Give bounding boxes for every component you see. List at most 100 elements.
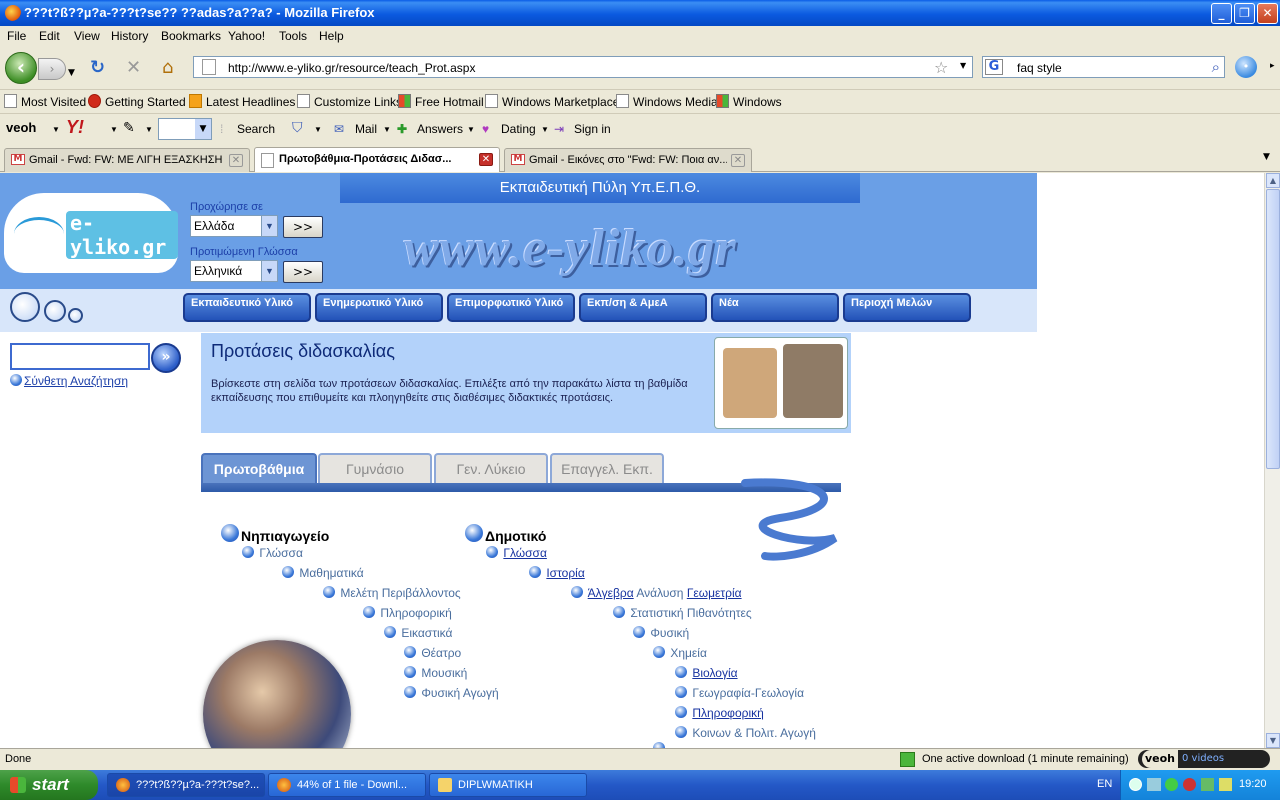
language-go-button[interactable]: >> <box>283 261 323 283</box>
primary-heading[interactable]: Δημοτικό <box>465 524 546 544</box>
close-tab-icon[interactable]: ✕ <box>731 154 745 167</box>
tab-gmail-2[interactable]: M Gmail - Εικόνες στο "Fwd: FW: Ποια αν.… <box>504 148 752 172</box>
pr-item-history[interactable]: Ιστορία <box>529 566 585 580</box>
tray-arrow-icon[interactable] <box>1129 778 1142 791</box>
chevron-down-icon[interactable]: ▼ <box>261 216 277 236</box>
forward-button[interactable]: › <box>38 58 66 80</box>
kg-item-environment[interactable]: Μελέτη Περιβάλλοντος <box>323 586 461 600</box>
scroll-thumb[interactable] <box>1266 189 1280 469</box>
bookmark-windows[interactable]: Windows <box>716 94 782 109</box>
answers-dropdown-icon[interactable]: ▼ <box>467 125 475 134</box>
tab-gmail-1[interactable]: M Gmail - Fwd: FW: ΜΕ ΛΙΓΗ ΕΞΑΣΚΗΣΗ ... … <box>4 148 250 172</box>
taskbar-downloads[interactable]: 44% of 1 file - Downl... <box>268 773 426 797</box>
kg-item-informatics[interactable]: Πληροφορική <box>363 606 452 620</box>
veoh-dropdown-icon[interactable]: ▼ <box>52 125 60 134</box>
history-dropdown-icon[interactable]: ▼ <box>68 63 75 83</box>
back-button[interactable]: ‹ <box>5 52 37 84</box>
pr-item-civics[interactable]: Κοινων & Πολιτ. Αγωγή <box>675 726 816 740</box>
nav-special-education[interactable]: Εκπ/ση & ΑμεΑ <box>579 293 707 322</box>
dating-dropdown-icon[interactable]: ▼ <box>541 125 549 134</box>
pr-item-biology[interactable]: Βιολογία <box>675 666 738 680</box>
pr-item-geometry[interactable]: Γεωμετρία <box>687 586 742 600</box>
chevron-down-icon[interactable]: ▼ <box>195 119 211 139</box>
google-icon[interactable]: G <box>985 59 1003 75</box>
pr-item-algebra[interactable]: Άλγεβρα <box>588 586 634 600</box>
close-tab-icon[interactable]: ✕ <box>479 153 493 166</box>
yahoo-answers-button[interactable]: Answers <box>417 122 463 136</box>
advanced-search-link[interactable]: Σύνθετη Αναζήτηση <box>10 374 128 388</box>
maximize-button[interactable]: ❐ <box>1234 3 1255 24</box>
nav-members-area[interactable]: Περιοχή Μελών <box>843 293 971 322</box>
nav-training-material[interactable]: Επιμορφωτικό Υλικό <box>447 293 575 322</box>
pr-item-chemistry[interactable]: Χημεία <box>653 646 707 660</box>
yahoo-mail-button[interactable]: Mail <box>355 122 377 136</box>
pr-item-informatics[interactable]: Πληροφορική <box>675 706 764 720</box>
security-alert-icon[interactable] <box>1183 778 1196 791</box>
tab-vocational[interactable]: Επαγγελ. Εκπ. <box>550 453 664 483</box>
stop-icon[interactable]: ✕ <box>126 58 141 78</box>
nav-news[interactable]: Νέα <box>711 293 839 322</box>
menu-view[interactable]: View <box>74 29 100 43</box>
pr-item-statistics[interactable]: Στατιστική Πιθανότητες <box>613 606 752 620</box>
kindergarten-heading[interactable]: Νηπιαγωγείο <box>221 524 329 544</box>
zoom-large-icon[interactable] <box>10 292 40 322</box>
country-go-button[interactable]: >> <box>283 216 323 238</box>
yahoo-search-button[interactable]: Search <box>237 122 275 136</box>
search-input[interactable]: faq style <box>1017 61 1062 75</box>
zoom-small-icon[interactable] <box>68 308 83 323</box>
zoom-medium-icon[interactable] <box>44 300 66 322</box>
scroll-down-icon[interactable]: ▼ <box>1266 733 1280 748</box>
nav-educational-material[interactable]: Εκπαιδευτικό Υλικό <box>183 293 311 322</box>
kg-item-math[interactable]: Μαθηματικά <box>282 566 364 580</box>
tab-list-icon[interactable]: ▼ <box>1263 152 1270 162</box>
language-indicator[interactable]: EN <box>1097 778 1112 790</box>
site-search-button[interactable]: » <box>151 343 181 373</box>
reload-icon[interactable]: ↻ <box>90 58 105 78</box>
shield-icon[interactable]: ⛉ <box>292 119 303 136</box>
country-select[interactable]: Ελλάδα ▼ <box>190 215 278 237</box>
pencil-dropdown-icon[interactable]: ▼ <box>145 125 153 134</box>
url-dropdown-icon[interactable]: ▼ <box>960 61 966 70</box>
start-button[interactable]: start <box>0 770 98 800</box>
bookmark-windows-media[interactable]: Windows Media <box>616 94 718 109</box>
url-bar[interactable]: http://www.e-yliko.gr/resource/teach_Pro… <box>193 56 973 78</box>
pr-item-analysis[interactable]: Ανάλυση <box>636 586 683 600</box>
download-icon[interactable] <box>900 752 915 767</box>
yahoo-search-input[interactable]: ▼ <box>158 118 212 140</box>
vertical-scrollbar[interactable]: ▲ ▼ <box>1264 173 1280 748</box>
network-icon[interactable] <box>1147 778 1161 791</box>
site-logo[interactable]: e-yliko.gr <box>4 193 178 273</box>
search-icon[interactable]: ⌕ <box>1212 58 1220 76</box>
veoh-logo[interactable]: veoh <box>6 120 36 135</box>
url-text[interactable]: http://www.e-yliko.gr/resource/teach_Pro… <box>228 61 475 75</box>
shield-dropdown-icon[interactable]: ▼ <box>314 125 322 134</box>
menu-edit[interactable]: Edit <box>39 29 60 43</box>
scroll-up-icon[interactable]: ▲ <box>1266 173 1280 188</box>
yahoo-dropdown-icon[interactable]: ▼ <box>110 125 118 134</box>
tab-primary[interactable]: Πρωτοβάθμια <box>201 453 317 483</box>
tab-current[interactable]: Πρωτοβάθμια-Προτάσεις Διδασ... ✕ <box>254 147 500 172</box>
close-tab-icon[interactable]: ✕ <box>229 154 243 167</box>
kg-item-theatre[interactable]: Θέατρο <box>404 646 461 660</box>
clock[interactable]: 19:20 <box>1239 778 1267 790</box>
veoh-status[interactable]: veoh 0 videos <box>1138 750 1270 768</box>
download-status[interactable]: One active download (1 minute remaining) <box>922 753 1129 765</box>
volume-icon[interactable] <box>1219 778 1232 791</box>
menu-file[interactable]: File <box>7 29 26 43</box>
monitor-icon[interactable] <box>1201 778 1214 791</box>
shield-check-icon[interactable] <box>1165 778 1178 791</box>
bookmark-windows-marketplace[interactable]: Windows Marketplace <box>485 94 619 109</box>
minimize-button[interactable]: _ <box>1211 3 1232 24</box>
kg-item-language[interactable]: Γλώσσα <box>242 546 303 560</box>
kg-item-music[interactable]: Μουσική <box>404 666 467 680</box>
kg-item-arts[interactable]: Εικαστικά <box>384 626 452 640</box>
pencil-icon[interactable]: ✎ <box>123 119 135 136</box>
language-select[interactable]: Ελληνικά ▼ <box>190 260 278 282</box>
close-button[interactable]: ✕ <box>1257 3 1278 24</box>
bookmark-star-icon[interactable]: ☆ <box>934 58 948 77</box>
bookmark-customize-links[interactable]: Customize Links <box>297 94 402 109</box>
yahoo-logo[interactable]: Y! <box>66 117 84 138</box>
menu-help[interactable]: Help <box>319 29 344 43</box>
tab-lyceum[interactable]: Γεν. Λύκειο <box>434 453 548 483</box>
menu-bookmarks[interactable]: Bookmarks <box>161 29 221 43</box>
